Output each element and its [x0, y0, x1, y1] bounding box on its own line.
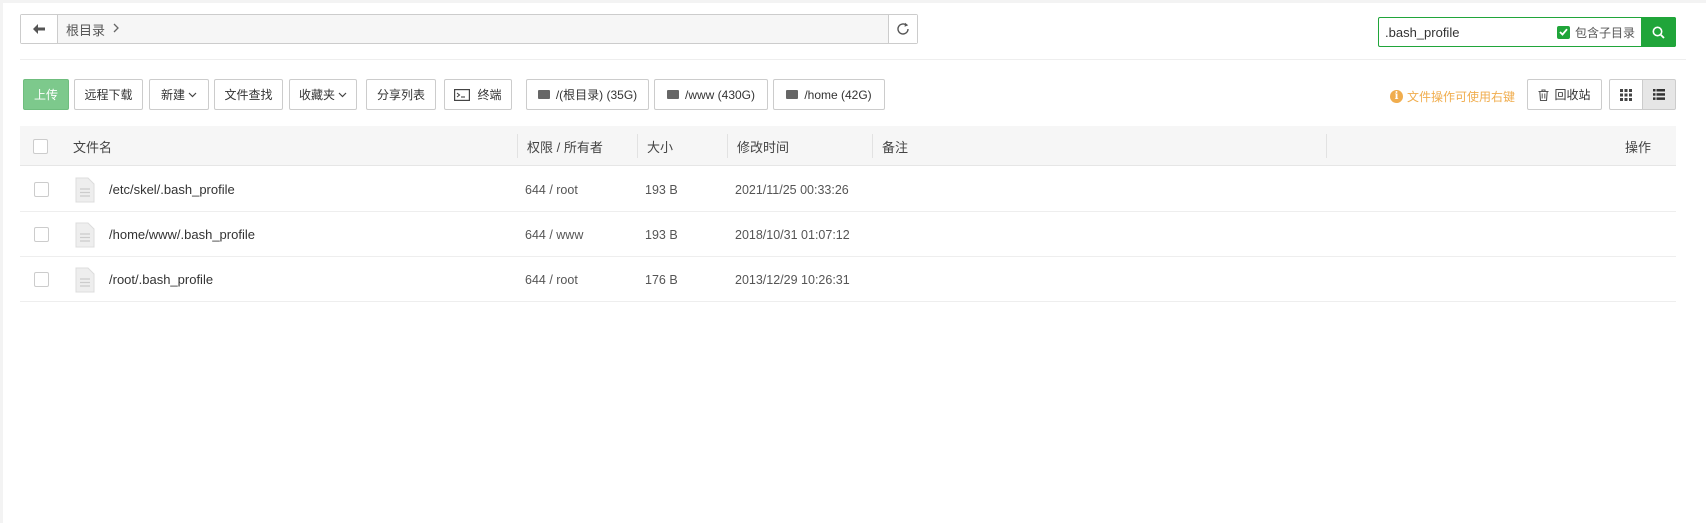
terminal-icon — [454, 88, 471, 101]
grid-view-button[interactable] — [1609, 79, 1643, 110]
table-row[interactable]: /home/www/.bash_profile 644 / www 193 B … — [20, 212, 1676, 257]
disk-label: /(根目录) (35G) — [555, 88, 638, 102]
favorites-label: 收藏夹 — [298, 88, 335, 102]
list-view-button[interactable] — [1642, 79, 1676, 110]
chevron-down-icon — [188, 92, 197, 97]
file-size: 193 B — [645, 227, 678, 242]
include-subdir-toggle[interactable]: 包含子目录 — [1556, 18, 1641, 46]
disk-home-button[interactable]: /home (42G) — [773, 79, 885, 110]
disk-icon — [537, 90, 550, 99]
remote-download-button[interactable]: 远程下载 — [74, 79, 143, 110]
col-size[interactable]: 大小 — [647, 126, 673, 166]
col-name[interactable]: 文件名 — [73, 126, 112, 166]
disk-icon — [786, 90, 799, 99]
breadcrumb: 根目录 — [58, 15, 888, 43]
share-list-button[interactable]: 分享列表 — [366, 79, 436, 110]
search-button[interactable] — [1641, 17, 1676, 47]
recycle-bin-label: 回收站 — [1554, 88, 1591, 102]
checkbox-checked-icon[interactable] — [1556, 25, 1570, 39]
file-permission[interactable]: 644 / www — [525, 212, 583, 257]
table-header: 文件名 权限 / 所有者 大小 修改时间 备注 操作 — [20, 126, 1676, 166]
trash-icon — [1538, 88, 1549, 101]
col-divider — [872, 134, 873, 158]
col-mtime[interactable]: 修改时间 — [737, 126, 789, 166]
col-divider — [727, 134, 728, 158]
search-icon — [1652, 26, 1665, 39]
share-list-label: 分享列表 — [376, 88, 425, 102]
select-all-cell — [33, 126, 48, 166]
row-checkbox[interactable] — [34, 272, 49, 287]
chevron-down-icon — [338, 92, 347, 97]
new-label: 新建 — [160, 88, 185, 102]
grid-view-icon — [1620, 88, 1632, 101]
file-name[interactable]: /root/.bash_profile — [109, 257, 213, 302]
chevron-right-icon — [113, 22, 119, 36]
list-view-icon — [1653, 89, 1665, 100]
col-divider — [637, 134, 638, 158]
disk-label: /home (42G) — [804, 87, 872, 102]
terminal-button[interactable]: 终端 — [444, 79, 512, 110]
path-bar: 根目录 — [20, 14, 918, 44]
search-input[interactable] — [1379, 18, 1557, 46]
disk-icon — [666, 90, 679, 99]
col-divider — [517, 134, 518, 158]
breadcrumb-root[interactable]: 根目录 — [66, 20, 105, 39]
file-search-label: 文件查找 — [224, 88, 273, 102]
disk-root-button[interactable]: /(根目录) (35G) — [526, 79, 649, 110]
col-actions: 操作 — [1625, 139, 1652, 155]
disk-www-button[interactable]: /www (430G) — [654, 79, 768, 110]
recycle-bin-button[interactable]: 回收站 — [1527, 79, 1602, 110]
row-checkbox[interactable] — [34, 182, 49, 197]
refresh-button[interactable] — [888, 15, 917, 43]
col-divider — [1326, 134, 1327, 158]
terminal-label: 终端 — [477, 88, 502, 102]
file-mtime: 2013/12/29 10:26:31 — [735, 272, 850, 287]
table-row[interactable]: /root/.bash_profile 644 / root 176 B 201… — [20, 257, 1676, 302]
upload-button[interactable]: 上传 — [23, 79, 69, 110]
file-name[interactable]: /home/www/.bash_profile — [109, 212, 255, 257]
file-mtime: 2021/11/25 00:33:26 — [735, 182, 849, 197]
file-mtime: 2018/10/31 01:07:12 — [735, 227, 850, 242]
remote-download-label: 远程下载 — [84, 88, 133, 102]
context-menu-hint: i 文件操作可使用右键 — [1390, 88, 1515, 105]
divider — [20, 59, 1686, 60]
col-remark: 备注 — [882, 139, 909, 155]
table-row[interactable]: /etc/skel/.bash_profile 644 / root 193 B… — [20, 167, 1676, 212]
new-button[interactable]: 新建 — [149, 79, 209, 110]
arrow-left-icon — [33, 24, 45, 34]
disk-label: /www (430G) — [684, 87, 755, 102]
file-permission[interactable]: 644 / root — [525, 167, 578, 212]
file-icon — [75, 222, 95, 247]
select-all-checkbox[interactable] — [33, 138, 48, 154]
info-icon: i — [1390, 90, 1403, 103]
file-search-button[interactable]: 文件查找 — [214, 79, 283, 110]
file-size: 176 B — [645, 272, 678, 287]
file-name[interactable]: /etc/skel/.bash_profile — [109, 167, 235, 212]
hint-text: 文件操作可使用右键 — [1407, 90, 1516, 104]
file-permission[interactable]: 644 / root — [525, 257, 578, 302]
upload-label: 上传 — [33, 88, 58, 102]
include-subdir-label: 包含子目录 — [1574, 25, 1635, 40]
refresh-icon — [897, 22, 909, 35]
file-icon — [75, 177, 95, 202]
file-size: 193 B — [645, 182, 678, 197]
back-button[interactable] — [21, 15, 58, 43]
search-box: 包含子目录 — [1378, 17, 1676, 47]
row-checkbox[interactable] — [34, 227, 49, 242]
favorites-button[interactable]: 收藏夹 — [289, 79, 357, 110]
col-permission[interactable]: 权限 / 所有者 — [527, 126, 603, 166]
file-icon — [75, 267, 95, 292]
